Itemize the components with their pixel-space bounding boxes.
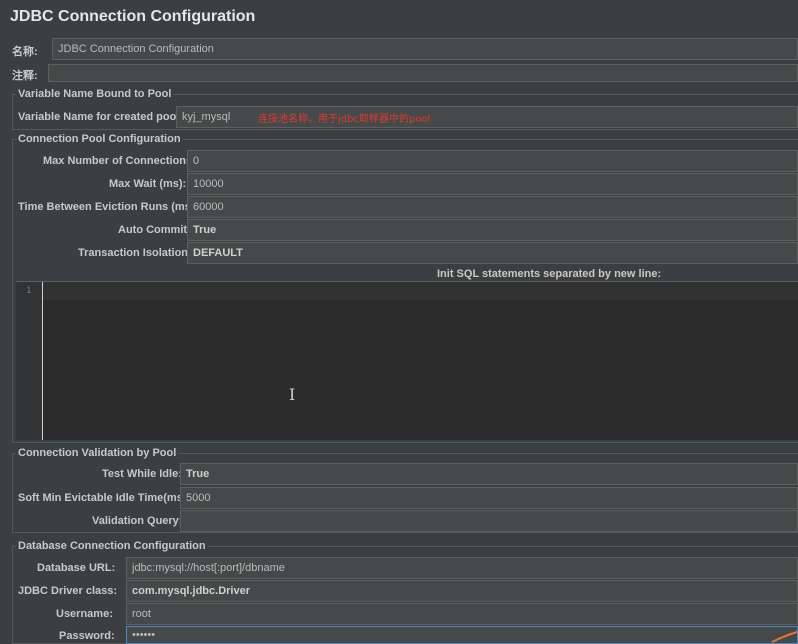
auto-commit-select[interactable]: True	[187, 219, 798, 241]
database-group-title: Database Connection Configuration	[16, 540, 208, 552]
name-label: 名称:	[12, 46, 38, 58]
test-while-idle-select[interactable]: True	[180, 463, 798, 485]
test-while-idle-label: Test While Idle:	[102, 468, 182, 480]
password-field[interactable]: ••••••	[126, 626, 798, 644]
validation-query-field[interactable]	[180, 510, 798, 532]
init-sql-editor[interactable]: 1	[16, 281, 798, 440]
transaction-isolation-select[interactable]: DEFAULT	[187, 242, 798, 264]
soft-min-evictable-field[interactable]: 5000	[180, 487, 798, 509]
max-wait-label: Max Wait (ms):	[109, 178, 187, 190]
variable-name-label: Variable Name for created pool:	[18, 111, 184, 123]
eviction-runs-label: Time Between Eviction Runs (ms):	[18, 201, 199, 213]
soft-min-evictable-label: Soft Min Evictable Idle Time(ms):	[18, 492, 191, 504]
name-field[interactable]: JDBC Connection Configuration	[52, 38, 798, 60]
eviction-runs-field[interactable]: 60000	[187, 196, 798, 218]
variable-name-value: kyj_mysql	[182, 111, 231, 123]
variable-group-title: Variable Name Bound to Pool	[16, 88, 174, 100]
max-wait-field[interactable]: 10000	[187, 173, 798, 195]
editor-current-line	[43, 282, 798, 300]
username-label: Username:	[56, 608, 113, 620]
init-sql-label: Init SQL statements separated by new lin…	[437, 268, 662, 280]
validation-query-label: Validation Query:	[92, 515, 183, 527]
arrow-icon	[771, 631, 798, 643]
validation-group-title: Connection Validation by Pool	[16, 447, 179, 459]
comment-label: 注释:	[12, 70, 38, 82]
editor-gutter: 1	[16, 282, 43, 440]
panel-title: JDBC Connection Configuration	[10, 8, 256, 25]
auto-commit-label: Auto Commit:	[118, 224, 191, 236]
username-field[interactable]: root	[126, 603, 798, 625]
pool-group-title: Connection Pool Configuration	[16, 133, 183, 145]
password-label: Password:	[59, 630, 115, 642]
max-connections-field[interactable]: 0	[187, 150, 798, 172]
text-cursor-icon: I	[289, 385, 296, 404]
driver-class-label: JDBC Driver class:	[18, 585, 118, 597]
red-annotation: 连接池名称，用于jdbc取样器中的pool	[258, 114, 431, 125]
driver-class-field[interactable]: com.mysql.jdbc.Driver	[126, 580, 798, 602]
database-url-label: Database URL:	[37, 562, 116, 574]
database-url-field[interactable]: jdbc:mysql://host[:port]/dbname	[126, 557, 798, 579]
transaction-isolation-label: Transaction Isolation:	[78, 247, 192, 259]
max-connections-label: Max Number of Connections:	[43, 155, 196, 167]
editor-line-number: 1	[26, 286, 32, 296]
comment-field[interactable]	[48, 64, 798, 82]
